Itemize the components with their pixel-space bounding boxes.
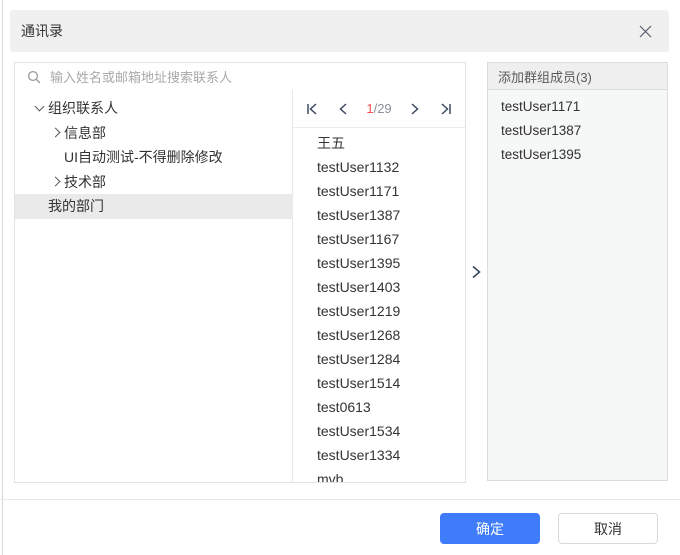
contact-name: testUser1403: [317, 279, 400, 295]
contact-list-column: 1 / 29 王五 testUser1132: [292, 90, 465, 482]
contact-name: 王五: [317, 133, 345, 153]
contact-list-item[interactable]: testUser1514: [293, 371, 465, 395]
contact-name: test0613: [317, 399, 371, 415]
dialog-titlebar: 通讯录: [10, 10, 669, 52]
next-page-button[interactable]: [408, 101, 423, 116]
first-page-button[interactable]: [304, 101, 319, 116]
contact-name: testUser1268: [317, 327, 400, 343]
cancel-button[interactable]: 取消: [558, 513, 658, 544]
contact-name: testUser1167: [317, 231, 399, 247]
contact-list-item[interactable]: testUser1268: [293, 323, 465, 347]
next-page-icon: [409, 102, 421, 116]
window-left-edge: [2, 0, 3, 555]
contact-name: testUser1132: [317, 159, 399, 175]
tree-node[interactable]: 组织联系人: [15, 96, 292, 121]
tree-expander-icon[interactable]: [35, 200, 48, 213]
contact-list-item[interactable]: mvb: [293, 467, 465, 482]
contact-name: testUser1219: [317, 303, 400, 319]
members-panel-title: 添加群组成员(3): [498, 67, 592, 86]
last-page-icon: [439, 102, 453, 116]
contact-name: testUser1387: [317, 207, 400, 223]
tree-node[interactable]: 我的部门: [15, 194, 292, 219]
contact-list-item[interactable]: testUser1171: [293, 179, 465, 203]
member-list-item[interactable]: testUser1171: [488, 94, 667, 118]
pagination-bar: 1 / 29: [293, 90, 465, 128]
tree-node[interactable]: 技术部: [15, 170, 292, 195]
members-panel-header: 添加群组成员(3): [488, 63, 667, 90]
tree-node-label: UI自动测试-不得删除修改: [64, 147, 223, 167]
contact-list: 王五 testUser1132 testUser1171 testUser138…: [293, 128, 465, 482]
footer-divider: [0, 499, 680, 500]
contact-list-item[interactable]: testUser1167: [293, 227, 465, 251]
total-pages: 29: [377, 101, 391, 116]
contact-search-box[interactable]: 输入姓名或邮箱地址搜索联系人: [14, 62, 466, 91]
member-list-item[interactable]: testUser1387: [488, 118, 667, 142]
add-to-members-button[interactable]: [468, 261, 484, 283]
tree-node-label: 技术部: [64, 172, 106, 192]
search-icon: [27, 70, 41, 84]
contact-list-item[interactable]: testUser1334: [293, 443, 465, 467]
search-placeholder: 输入姓名或邮箱地址搜索联系人: [50, 67, 232, 86]
tree-node-label: 信息部: [64, 123, 106, 143]
contact-name: testUser1514: [317, 375, 400, 391]
tree-expander-icon[interactable]: [51, 175, 64, 188]
first-page-icon: [305, 102, 319, 116]
contact-list-item[interactable]: testUser1534: [293, 419, 465, 443]
tree-node[interactable]: 信息部: [15, 121, 292, 146]
contact-list-item[interactable]: testUser1395: [293, 251, 465, 275]
selected-members-panel: 添加群组成员(3) testUser1171 testUser1387 test…: [487, 62, 668, 481]
contact-name: testUser1284: [317, 351, 400, 367]
contact-name: testUser1171: [317, 183, 399, 199]
confirm-button[interactable]: 确定: [440, 513, 540, 544]
tree-expander-icon[interactable]: [51, 151, 64, 164]
member-name: testUser1387: [501, 123, 581, 138]
contact-list-item[interactable]: test0613: [293, 395, 465, 419]
tree-node-label: 组织联系人: [48, 98, 118, 118]
tree-expander-icon[interactable]: [51, 126, 64, 139]
tree-node[interactable]: UI自动测试-不得删除修改: [15, 145, 292, 170]
member-name: testUser1395: [501, 147, 581, 162]
contact-name: testUser1534: [317, 423, 400, 439]
dialog-title: 通讯录: [21, 21, 63, 41]
contact-list-item[interactable]: testUser1132: [293, 155, 465, 179]
tree-node-label: 我的部门: [48, 196, 104, 216]
contact-list-item[interactable]: testUser1219: [293, 299, 465, 323]
close-button[interactable]: [637, 23, 653, 39]
current-page: 1: [366, 101, 373, 116]
members-list: testUser1171 testUser1387 testUser1395: [488, 90, 667, 166]
contact-list-item[interactable]: 王五: [293, 131, 465, 155]
contact-name: testUser1334: [317, 447, 400, 463]
tree-expander-icon[interactable]: [35, 102, 48, 115]
transfer-right-icon: [471, 264, 482, 280]
department-tree: 组织联系人 信息部 UI自动测试-不得删除修改 技术部 我的部门: [15, 90, 292, 482]
prev-page-button[interactable]: [335, 101, 350, 116]
contact-list-item[interactable]: testUser1387: [293, 203, 465, 227]
prev-page-icon: [337, 102, 349, 116]
last-page-button[interactable]: [439, 101, 454, 116]
close-icon: [639, 25, 652, 38]
member-name: testUser1171: [501, 99, 580, 114]
contact-name: testUser1395: [317, 255, 400, 271]
contact-list-item[interactable]: testUser1284: [293, 347, 465, 371]
page-indicator: 1 / 29: [366, 101, 391, 116]
contact-name: mvb: [317, 471, 343, 482]
contacts-browser: 组织联系人 信息部 UI自动测试-不得删除修改 技术部 我的部门: [14, 90, 466, 483]
member-list-item[interactable]: testUser1395: [488, 142, 667, 166]
contact-list-item[interactable]: testUser1403: [293, 275, 465, 299]
